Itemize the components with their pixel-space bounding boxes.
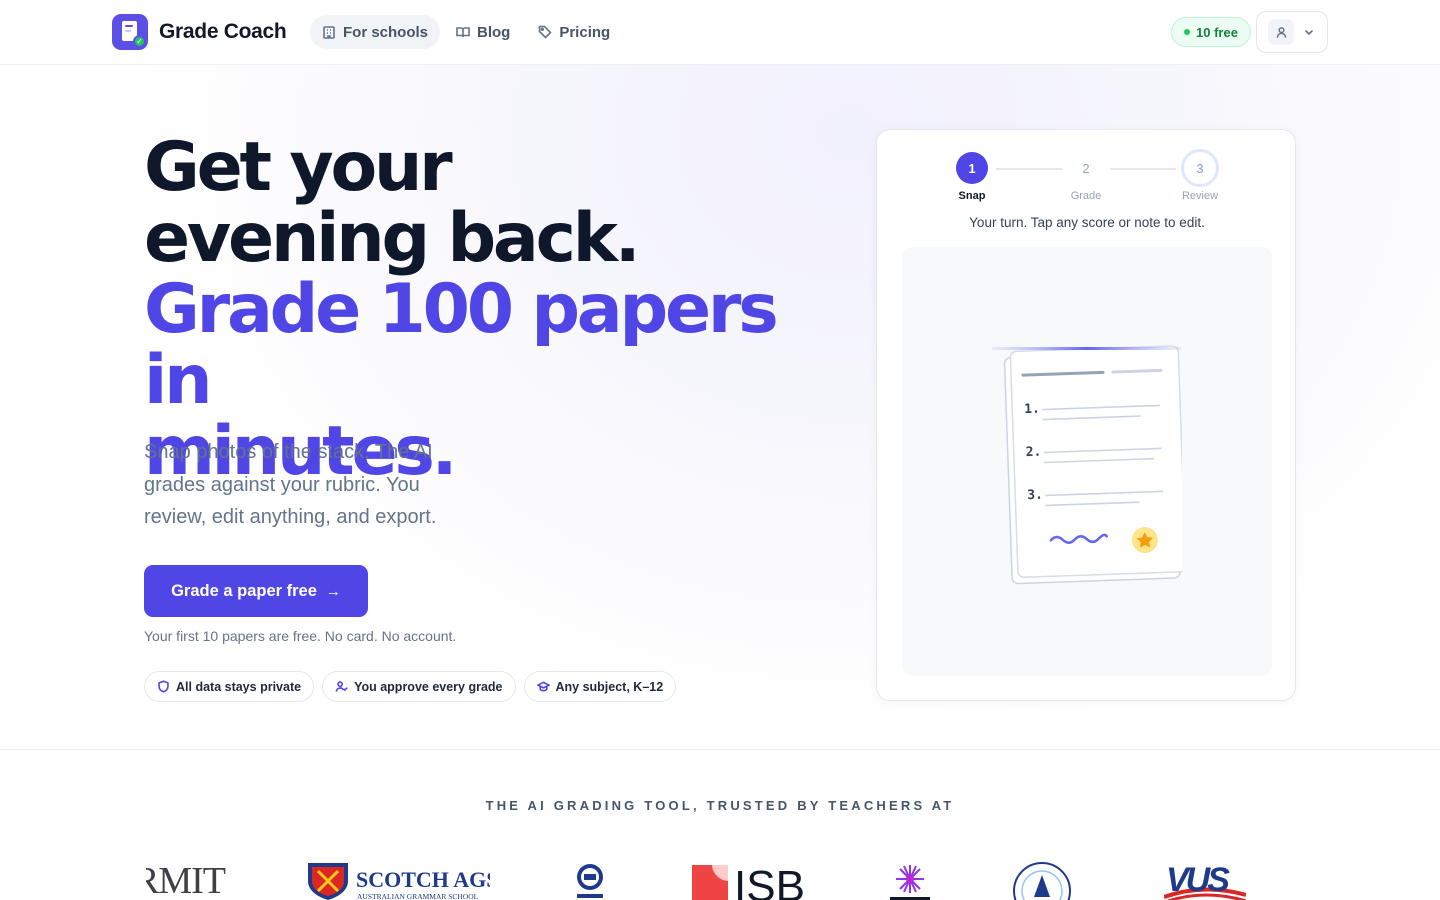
vus-logo-text: VUS (1166, 863, 1230, 899)
top-nav-bar: ✓ Grade Coach For schools Blog Pricing 1… (0, 0, 1440, 65)
scanned-paper-icon: 1. 2. 3. (992, 345, 1187, 585)
demo-card: 1 Snap 2 Grade 3 Review Your turn. Tap a… (876, 129, 1296, 701)
step-label: Grade (1070, 190, 1102, 202)
step-number: 2 (1082, 160, 1090, 176)
arrow-right-icon: → (325, 582, 341, 600)
brand-logo[interactable]: ✓ Grade Coach (112, 14, 287, 50)
nav-label: Blog (477, 23, 511, 41)
step-label: Review (1181, 190, 1219, 202)
user-icon (1276, 26, 1286, 38)
badge-approve: You approve every grade (322, 671, 516, 702)
status-dot-icon (1184, 29, 1190, 35)
badge-private: All data stays private (144, 671, 315, 702)
step-number: 1 (956, 152, 988, 184)
badge-label: You approve every grade (354, 679, 503, 694)
nav-for-schools[interactable]: For schools (310, 15, 441, 49)
badge-label: All data stays private (176, 679, 302, 694)
step-snap[interactable]: 1 Snap (932, 152, 1012, 202)
step-label: Snap (958, 190, 986, 202)
nav-pricing[interactable]: Pricing (526, 15, 622, 49)
logo-mark-icon: ✓ (112, 14, 148, 50)
tag-icon (539, 25, 552, 39)
free-credits-badge[interactable]: 10 free (1171, 17, 1251, 47)
scotch-logo-subtext: AUSTRALIAN GRAMMAR SCHOOL (357, 892, 479, 900)
step-review[interactable]: 3 Review (1160, 149, 1240, 202)
user-check-icon (335, 681, 348, 692)
scotch-ags-logo: SCOTCH AGS AUSTRALIAN GRAMMAR SCHOOL (306, 861, 498, 900)
step-grade[interactable]: 2 Grade (1046, 152, 1126, 203)
vus-logo: VUS (1163, 861, 1247, 900)
nav-label: Pricing (559, 23, 611, 41)
isb-logo-text: ISB (734, 863, 805, 900)
brand-name: Grade Coach (159, 20, 287, 43)
credits-label: 10 free (1196, 24, 1238, 40)
building-icon (323, 26, 335, 39)
badge-subjects: Any subject, K–12 (523, 671, 677, 702)
paper-item-1: 1. (1024, 402, 1040, 418)
grade-paper-free-button[interactable]: Grade a paper free → (144, 565, 368, 617)
headline-accent-line-1: Grade 100 papers in (144, 270, 779, 420)
cta-label: Grade a paper free (171, 581, 317, 600)
trust-heading: THE AI GRADING TOOL, TRUSTED BY TEACHERS… (485, 798, 955, 813)
school-seal-logo (575, 862, 605, 900)
book-open-icon (456, 27, 470, 38)
isb-logo: ISB (692, 862, 810, 900)
demo-upload-area[interactable]: 1. 2. 3. (902, 247, 1272, 676)
shield-icon (158, 680, 169, 693)
rmit-logo: RMIT (134, 859, 230, 900)
step-number: 3 (1181, 149, 1219, 187)
headline-line-1: Get your (144, 128, 453, 207)
badge-label: Any subject, K–12 (555, 679, 664, 694)
section-divider (0, 749, 1440, 750)
demo-instruction: Your turn. Tap any score or note to edit… (969, 215, 1205, 230)
demo-stepper: 1 Snap 2 Grade 3 Review (877, 149, 1297, 212)
trust-badges: All data stays private You approve every… (144, 671, 677, 702)
teach-for-logo (888, 863, 932, 900)
nav-blog[interactable]: Blog (444, 15, 522, 49)
university-seal-logo (1012, 861, 1072, 900)
nav-label: For schools (343, 23, 429, 41)
graduation-cap-icon (536, 681, 550, 692)
svg-text:RMIT: RMIT (146, 860, 226, 899)
paper-illustration: 1. 2. 3. (992, 339, 1187, 594)
school-logos-row: RMIT SCOTCH AGS AUSTRALIAN GRAMMAR SCHOO… (0, 855, 1440, 900)
cta-fine-print: Your first 10 papers are free. No card. … (144, 628, 457, 644)
paper-item-3: 3. (1027, 488, 1043, 504)
hero-headline: Get your evening back. Grade 100 papers … (144, 132, 804, 487)
paper-item-2: 2. (1025, 445, 1041, 461)
headline-line-2: evening back. (144, 199, 641, 278)
avatar (1268, 19, 1294, 45)
user-menu-button[interactable] (1256, 11, 1328, 53)
main-nav: For schools Blog Pricing (310, 15, 622, 49)
chevron-down-icon (1304, 29, 1314, 36)
hero-subcopy: Snap photos of the stack. The AI grades … (144, 441, 437, 528)
scotch-logo-text: SCOTCH AGS (356, 867, 490, 892)
